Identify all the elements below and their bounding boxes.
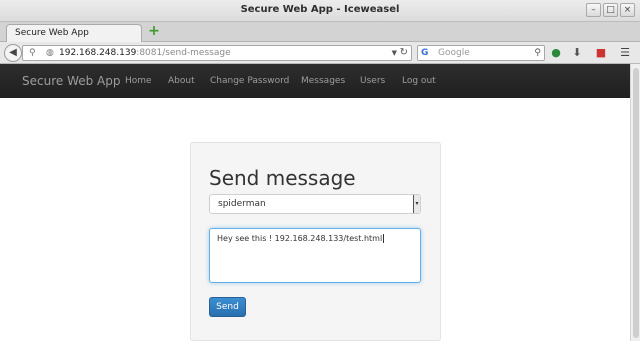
nav-users[interactable]: Users <box>360 76 385 86</box>
page-title: Send message <box>209 166 356 190</box>
page-scrollbar[interactable] <box>630 64 640 341</box>
send-button[interactable]: Send <box>209 297 246 317</box>
globe-icon: ◍ <box>46 48 54 58</box>
recipient-select[interactable]: spiderman ▾ <box>209 194 421 214</box>
menu-icon[interactable]: ☰ <box>618 46 632 60</box>
browser-toolbar: ◀ ⚲ ◍ 192.168.248.139:8081/send-message … <box>0 42 640 64</box>
nav-change-password[interactable]: Change Password <box>210 76 289 86</box>
message-textarea[interactable]: Hey see this ! 192.168.248.133/test.html <box>209 228 421 283</box>
address-bar[interactable]: ⚲ ◍ 192.168.248.139:8081/send-message ▼ … <box>22 45 412 61</box>
url-path: :8081/send-message <box>136 48 231 58</box>
url-dropdown-icon[interactable]: ▼ <box>392 46 397 60</box>
download-icon[interactable]: ⬇ <box>570 46 584 60</box>
nav-home[interactable]: Home <box>125 76 152 86</box>
tab-strip: Secure Web App + <box>0 22 640 42</box>
message-text: Hey see this ! 192.168.248.133/test.html <box>217 234 383 243</box>
chevron-down-icon[interactable]: ▾ <box>413 195 420 213</box>
new-tab-icon[interactable]: + <box>147 24 161 39</box>
recipient-value: spiderman <box>218 199 266 209</box>
search-bar[interactable]: G Google ⚲ <box>417 45 545 61</box>
search-icon: ⚲ <box>29 48 36 58</box>
nav-about[interactable]: About <box>168 76 195 86</box>
brand-link[interactable]: Secure Web App <box>22 74 121 88</box>
url-host: 192.168.248.139 <box>59 48 137 58</box>
window-titlebar: Secure Web App - Iceweasel – □ × <box>0 0 640 22</box>
google-icon: G <box>421 48 429 58</box>
maximize-button[interactable]: □ <box>603 3 618 17</box>
close-button[interactable]: × <box>620 3 635 17</box>
nav-messages[interactable]: Messages <box>301 76 345 86</box>
pocket-icon[interactable]: ■ <box>594 46 608 60</box>
browser-tab[interactable]: Secure Web App <box>6 24 142 42</box>
text-cursor <box>383 234 385 243</box>
tab-title: Secure Web App <box>15 28 89 38</box>
search-go-icon[interactable]: ⚲ <box>534 46 541 60</box>
back-icon[interactable]: ◀ <box>4 44 22 62</box>
minimize-button[interactable]: – <box>586 3 601 17</box>
site-navbar: Secure Web App Home About Change Passwor… <box>0 64 630 98</box>
search-placeholder: Google <box>438 48 470 58</box>
window-title: Secure Web App - Iceweasel <box>240 4 400 15</box>
reload-icon[interactable]: ↻ <box>400 46 408 60</box>
scrollbar-thumb[interactable] <box>633 68 639 338</box>
nav-logout[interactable]: Log out <box>402 76 436 86</box>
addon-icon[interactable]: ● <box>549 46 563 60</box>
